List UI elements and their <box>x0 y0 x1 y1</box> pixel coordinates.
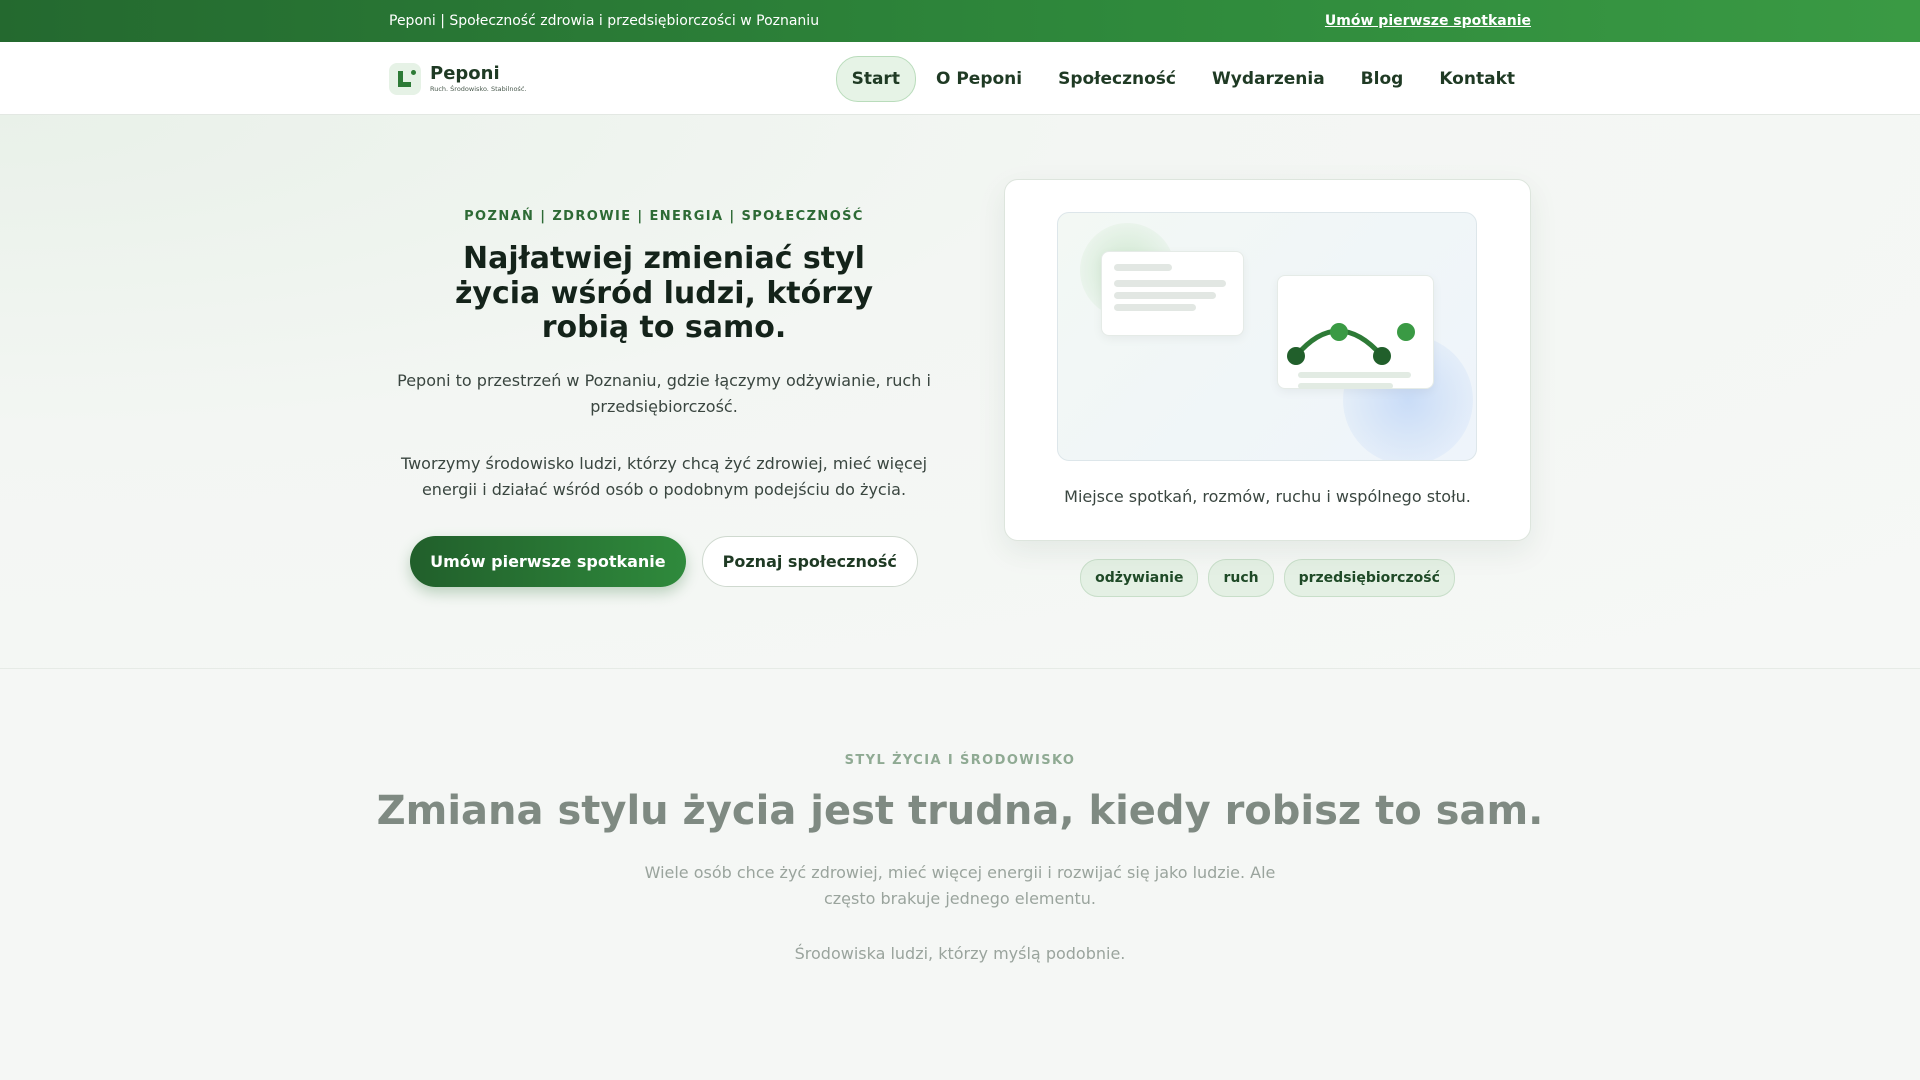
explore-community-button[interactable]: Poznaj społeczność <box>701 535 918 587</box>
brand-logo-link[interactable]: Peponi Ruch. Środowisko. Stabilność. <box>389 62 527 95</box>
card-caption: Miejsce spotkań, rozmów, ruchu i wspólne… <box>1064 487 1471 506</box>
hero-tags: odżywianie ruch przedsiębiorczość <box>1080 559 1455 597</box>
brand-name: Peponi <box>430 62 500 84</box>
community-illustration <box>1057 212 1477 461</box>
hero-paragraph-2: Tworzymy środowisko ludzi, którzy chcą ż… <box>400 453 928 499</box>
hero-content: POZNAŃ | ZDROWIE | ENERGIA | SPOŁECZNOŚĆ… <box>389 115 939 669</box>
hero-paragraph-1: Peponi to przestrzeń w Poznaniu, gdzie ł… <box>397 370 931 416</box>
nav-item-o-peponi[interactable]: O Peponi <box>920 56 1038 102</box>
hero-section: POZNAŃ | ZDROWIE | ENERGIA | SPOŁECZNOŚĆ… <box>0 115 1920 669</box>
topbar-text: Peponi | Społeczność zdrowia i przedsięb… <box>389 13 820 29</box>
lifestyle-section: STYL ŻYCIA I ŚRODOWISKO Zmiana stylu życ… <box>0 669 1920 1079</box>
nav-item-start[interactable]: Start <box>835 55 916 102</box>
section-paragraph-1: Wiele osób chce żyć zdrowiej, mieć więce… <box>644 863 1276 908</box>
hero-buttons: Umów pierwsze spotkanie Poznaj społeczno… <box>410 535 918 587</box>
site-header: Peponi Ruch. Środowisko. Stabilność. Sta… <box>0 42 1920 115</box>
graph-card-illustration <box>1277 275 1434 389</box>
hero-visual: Miejsce spotkań, rozmów, ruchu i wspólne… <box>1004 115 1531 669</box>
nav-item-spolecznosc[interactable]: Społeczność <box>1042 56 1192 102</box>
tag-przedsiebiorczosc: przedsiębiorczość <box>1283 559 1455 597</box>
topbar-book-meeting-link[interactable]: Umów pierwsze spotkanie <box>1325 13 1531 29</box>
text-card-illustration <box>1101 251 1244 336</box>
hero-eyebrow: POZNAŃ | ZDROWIE | ENERGIA | SPOŁECZNOŚĆ <box>464 209 864 224</box>
hero-title: Najłatwiej zmieniać styl życia wśród lud… <box>454 241 874 345</box>
peponi-logo-icon <box>389 62 421 95</box>
book-first-meeting-button[interactable]: Umów pierwsze spotkanie <box>410 535 686 587</box>
brand-tagline: Ruch. Środowisko. Stabilność. <box>430 84 527 93</box>
hero-illustration-card: Miejsce spotkań, rozmów, ruchu i wspólne… <box>1004 179 1531 541</box>
main-navigation: Start O Peponi Społeczność Wydarzenia Bl… <box>835 55 1531 102</box>
section-title: Zmiana stylu życia jest trudna, kiedy ro… <box>376 788 1544 834</box>
top-announcement-bar: Peponi | Społeczność zdrowia i przedsięb… <box>0 0 1920 42</box>
nav-item-wydarzenia[interactable]: Wydarzenia <box>1196 56 1341 102</box>
nav-item-blog[interactable]: Blog <box>1345 56 1420 102</box>
section-eyebrow: STYL ŻYCIA I ŚRODOWISKO <box>844 753 1076 768</box>
section-paragraph-2: Środowiska ludzi, którzy myślą podobnie. <box>794 944 1126 963</box>
nav-item-kontakt[interactable]: Kontakt <box>1423 56 1531 102</box>
tag-ruch: ruch <box>1208 559 1274 597</box>
tag-odzywianie: odżywianie <box>1080 559 1199 597</box>
